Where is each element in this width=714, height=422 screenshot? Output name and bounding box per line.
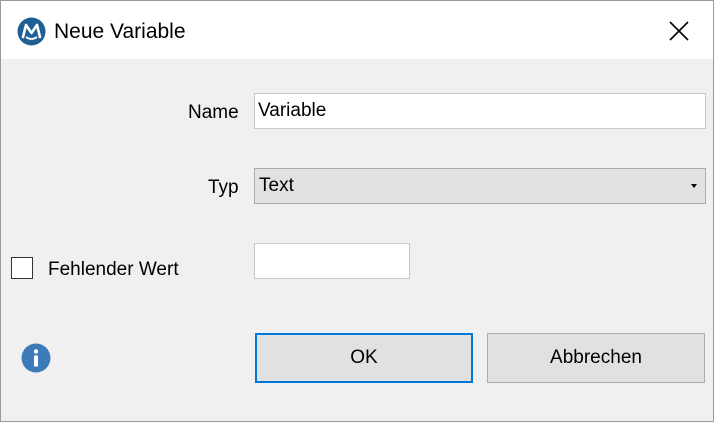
ok-button[interactable]: OK (255, 333, 473, 383)
window-title: Neue Variable (54, 20, 186, 43)
name-label: Name (188, 102, 239, 123)
type-select[interactable]: Text (254, 168, 706, 204)
missing-value-checkbox[interactable] (11, 257, 33, 279)
missing-value-label: Fehlender Wert (48, 259, 179, 280)
dialog-window: Neue Variable Name Typ Text Fehlender We… (0, 0, 714, 422)
info-icon[interactable] (21, 343, 51, 373)
type-label: Typ (208, 177, 239, 198)
app-logo-icon (17, 17, 46, 46)
close-icon (669, 21, 689, 41)
cancel-button[interactable]: Abbrechen (487, 333, 705, 383)
close-button[interactable] (655, 13, 703, 49)
missing-value-input[interactable] (254, 243, 410, 279)
dropdown-arrow-icon (691, 184, 697, 188)
name-input[interactable] (254, 93, 706, 129)
title-bar: Neue Variable (1, 1, 713, 59)
type-selected-value: Text (259, 175, 294, 196)
